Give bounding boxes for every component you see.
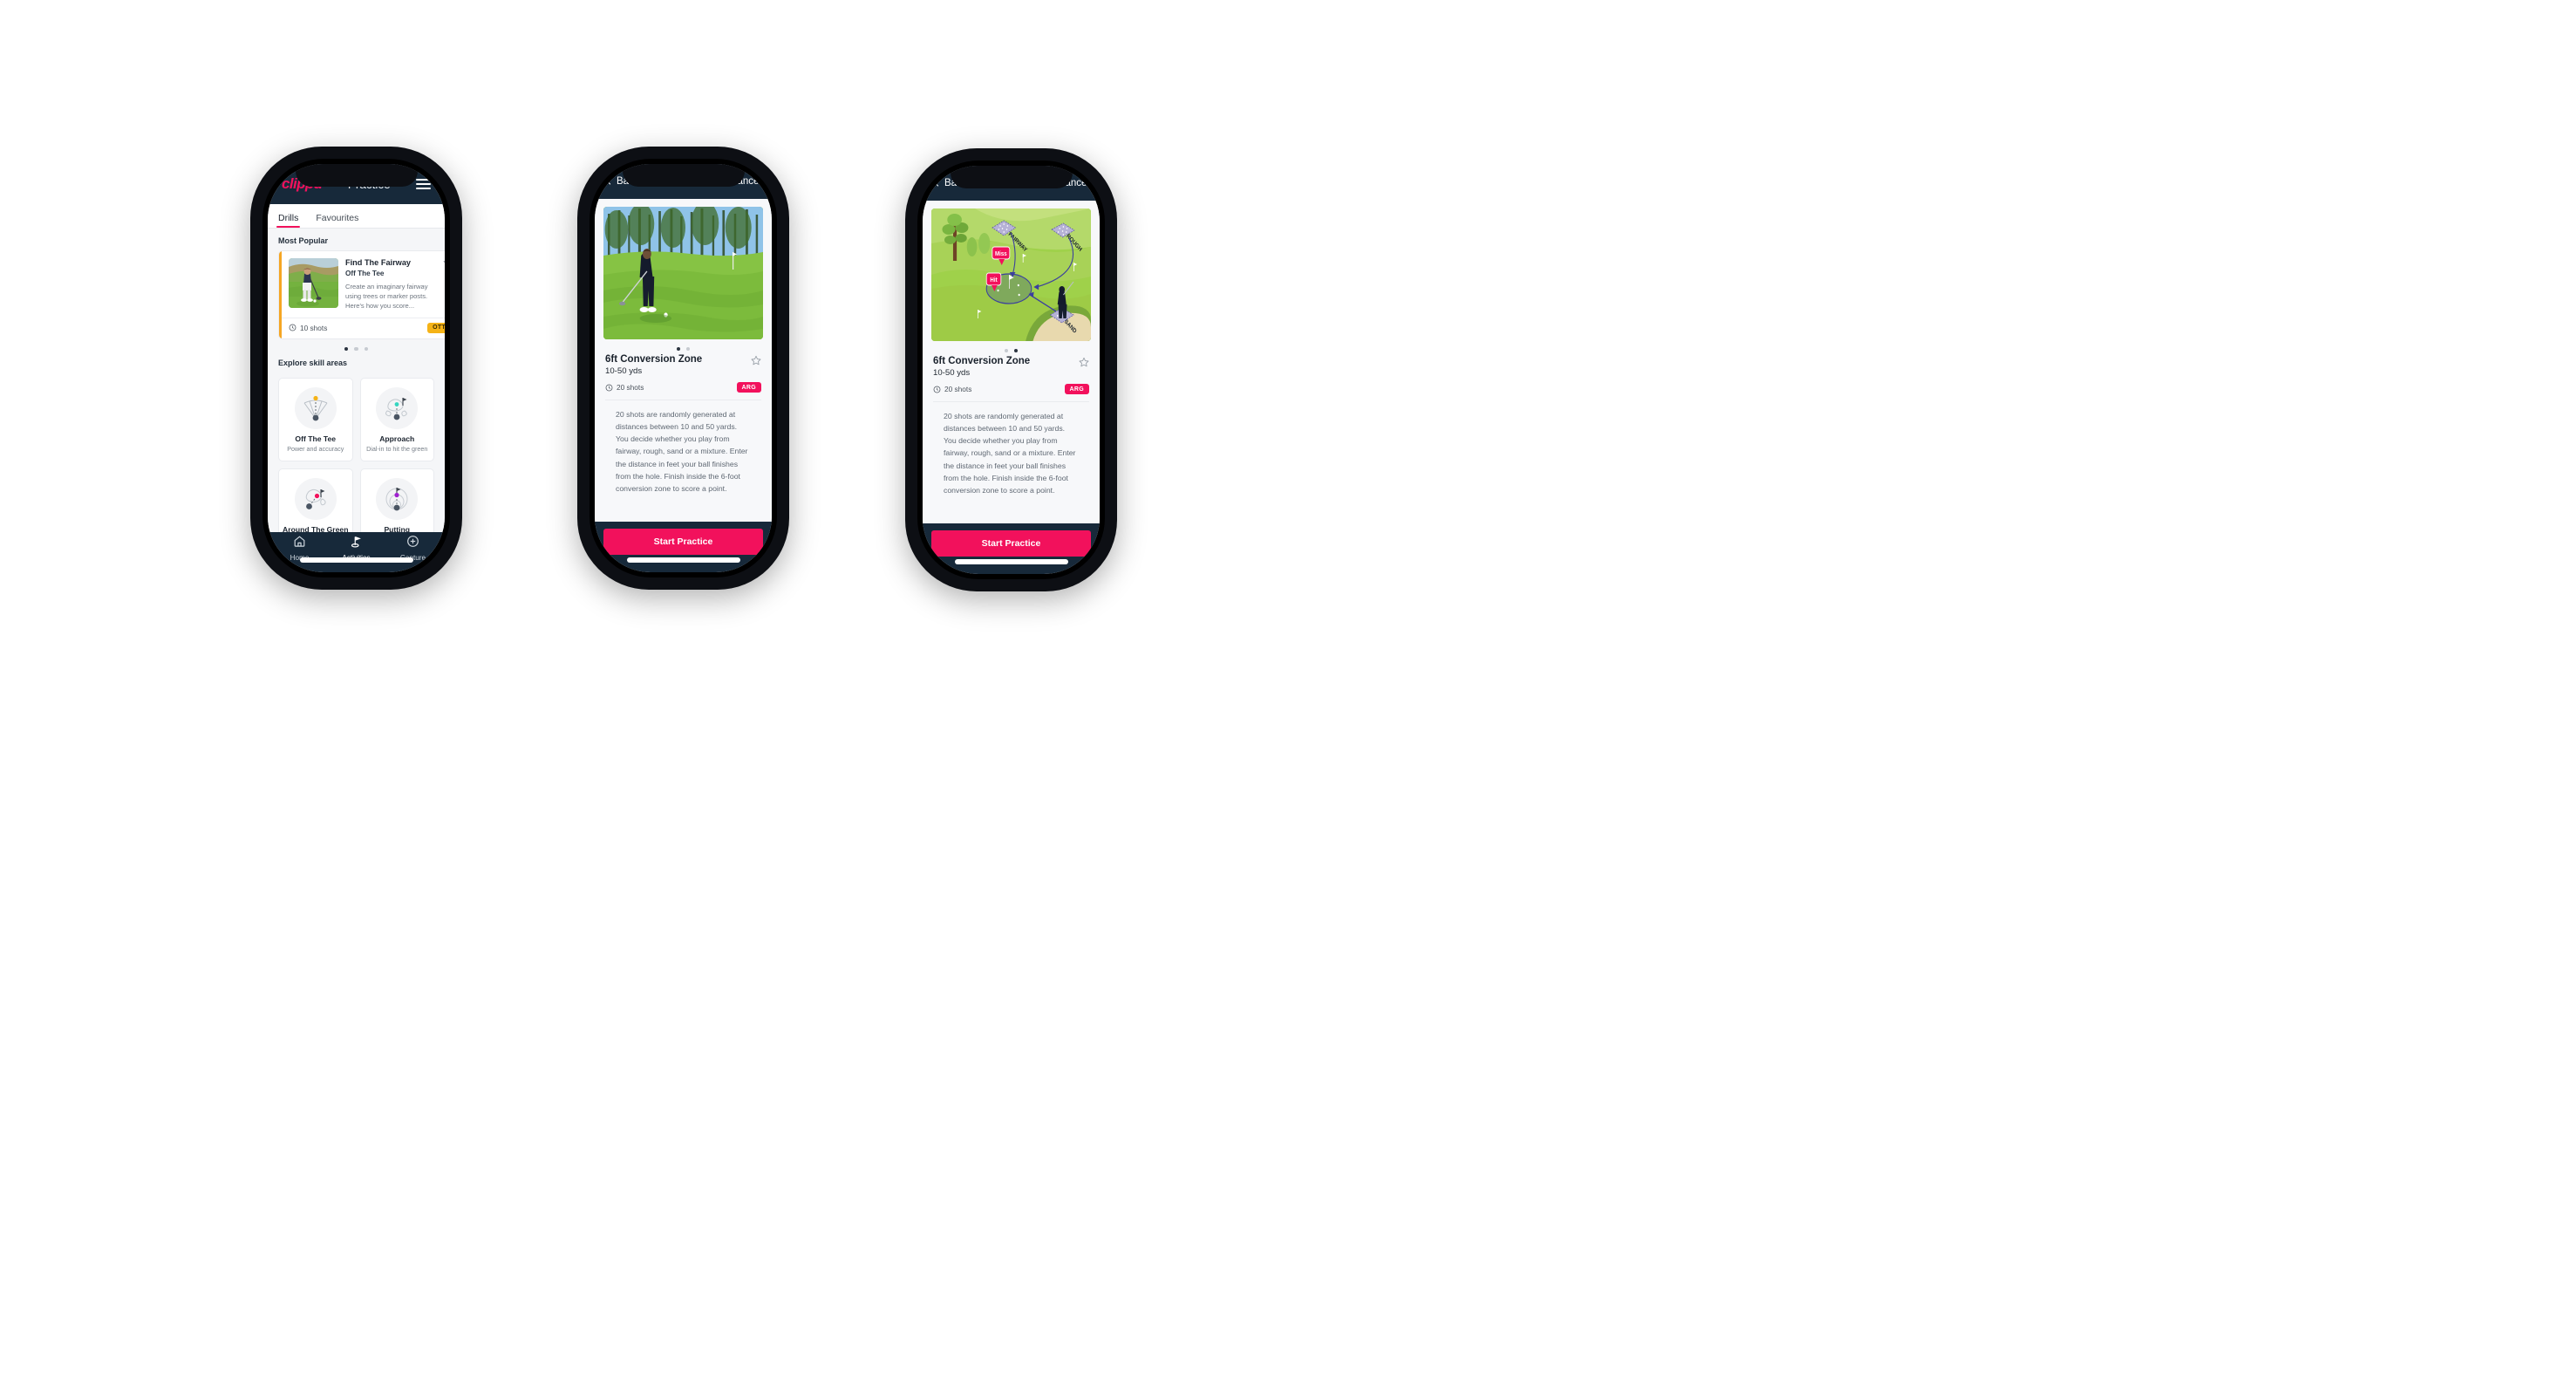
carousel-dot-3[interactable] [364,346,368,351]
star-outline-icon[interactable] [751,355,761,366]
drill-badge-ott: OTT [427,322,445,333]
skill-area-grid: Off The Tee Power and accuracy Approach … [268,372,445,532]
section-title-most-popular: Most Popular [278,236,329,245]
drill-diagram-illustration[interactable]: FAIRWAY ROUGH Miss Hit SAND [931,208,1091,341]
home-icon [294,536,305,547]
approach-green-icon [376,386,419,429]
star-outline-icon[interactable] [1079,357,1089,367]
phone-screen: Back 6ft Conversion Zone Cancel [595,164,772,572]
tab-drills[interactable]: Drills [276,213,301,229]
skill-card-off-the-tee[interactable]: Off The Tee Power and accuracy [278,377,353,461]
drill-card[interactable]: Find The Fairway Off The Tee Create an i… [278,250,445,339]
skill-card-putting[interactable]: Putting Make and lag practice [359,468,434,532]
golf-flag-icon [351,536,361,547]
drill-carousel[interactable]: Find The Fairway Off The Tee Create an i… [268,250,445,339]
home-indicator [954,559,1068,564]
skill-title: Around The Green [283,524,349,532]
skill-title: Putting [384,524,411,532]
phone-bezel: clippd Practice Drills Favourites Most P… [262,159,450,577]
tab-bar: Drills Favourites [268,204,445,229]
detail-title: 6ft Conversion Zone [933,356,1031,367]
skill-card-around-the-green[interactable]: Around The Green Hone your short game [278,468,353,532]
chevron-left-icon [607,178,611,185]
skill-subtitle: Power and accuracy [287,444,344,453]
skill-subtitle: Dial-in to hit the green [366,444,428,453]
carousel-dot-2[interactable] [354,346,358,351]
detail-shots: 20 shots [605,383,644,392]
star-outline-icon[interactable] [443,257,445,267]
home-indicator [626,557,740,563]
marker-label-miss: Miss [995,251,1007,258]
drill-description: Create an imaginary fairway using trees … [345,282,428,310]
drill-detail-header: 6ft Conversion Zone 10-50 yds 20 shots A… [923,352,1100,395]
detail-content: 6ft Conversion Zone 10-50 yds 20 shots A… [595,199,772,522]
detail-content: FAIRWAY ROUGH Miss Hit SAND 6ft Conversi… [923,201,1100,523]
phone-mockup-drill-detail-video: Back 6ft Conversion Zone Cancel [577,147,789,590]
detail-title-row: 6ft Conversion Zone 10-50 yds [933,356,1089,378]
chevron-left-icon [935,180,939,187]
detail-title: 6ft Conversion Zone [605,354,703,366]
detail-subtitle: 10-50 yds [605,366,643,377]
hamburger-menu-icon[interactable] [416,178,431,190]
drill-thumbnail [289,258,338,308]
detail-badge-arg: ARG [736,382,761,393]
detail-description: 20 shots are randomly generated at dista… [933,401,1089,496]
drill-shots-label: 10 shots [300,323,328,332]
putting-rings-icon [376,477,419,520]
practice-content: Most Popular Find The Fairway Off The Te… [268,229,445,532]
phone-bezel: Back 6ft Conversion Zone Cancel [589,159,777,577]
tee-shot-fan-icon [294,386,337,429]
drill-info: Find The Fairway Off The Tee Create an i… [345,258,445,311]
start-practice-button[interactable]: Start Practice [603,529,763,555]
carousel-dots[interactable] [923,341,1100,353]
detail-title-row: 6ft Conversion Zone 10-50 yds [605,354,761,376]
detail-meta-row: 20 shots ARG [933,384,1089,395]
clock-icon [933,386,941,393]
phone-screen: clippd Practice Drills Favourites Most P… [268,164,445,572]
clock-icon [289,324,296,331]
drill-video-thumbnail[interactable] [603,207,763,339]
drill-title: Find The Fairway [345,258,412,267]
detail-shots-label: 20 shots [944,385,972,394]
detail-meta-row: 20 shots ARG [605,382,761,393]
detail-shots-label: 20 shots [617,383,644,393]
detail-shots: 20 shots [933,385,971,393]
bottom-nav-bar: Home Activities Capture [268,532,445,572]
screenshot-stage: clippd Practice Drills Favourites Most P… [0,0,2576,1387]
around-green-icon [294,477,337,520]
cta-container: Start Practice [923,523,1100,574]
tab-favourites[interactable]: Favourites [316,213,358,228]
notch [295,164,418,187]
drill-shots: 10 shots [289,324,327,332]
detail-description: 20 shots are randomly generated at dista… [605,400,761,495]
section-title-skill-areas: Explore skill areas [278,358,348,367]
drill-detail-header: 6ft Conversion Zone 10-50 yds 20 shots A… [595,351,772,393]
phone-bezel: Back 6ft Conversion Zone Cancel [917,161,1105,579]
carousel-dots[interactable] [268,339,445,351]
clock-icon [605,384,613,392]
notch [622,164,745,187]
start-practice-button[interactable]: Start Practice [931,530,1091,557]
phone-screen: Back 6ft Conversion Zone Cancel [923,166,1100,574]
marker-label-hit: Hit [990,277,998,284]
drill-card-footer: 10 shots OTT [279,317,445,338]
cta-container: Start Practice [595,522,772,572]
phone-mockup-practice-list: clippd Practice Drills Favourites Most P… [250,147,462,590]
plus-circle-icon [407,535,419,547]
notch [950,166,1073,188]
phone-mockup-drill-detail-diagram: Back 6ft Conversion Zone Cancel [905,148,1117,591]
detail-subtitle: 10-50 yds [933,368,971,379]
detail-badge-arg: ARG [1064,384,1089,395]
drill-card-top: Find The Fairway Off The Tee Create an i… [279,251,445,318]
drill-category: Off The Tee [345,269,385,277]
home-indicator [299,557,413,563]
skill-card-approach[interactable]: Approach Dial-in to hit the green [359,377,434,461]
skill-title: Approach [379,434,415,443]
skill-title: Off The Tee [295,434,337,443]
carousel-dots[interactable] [595,339,772,352]
